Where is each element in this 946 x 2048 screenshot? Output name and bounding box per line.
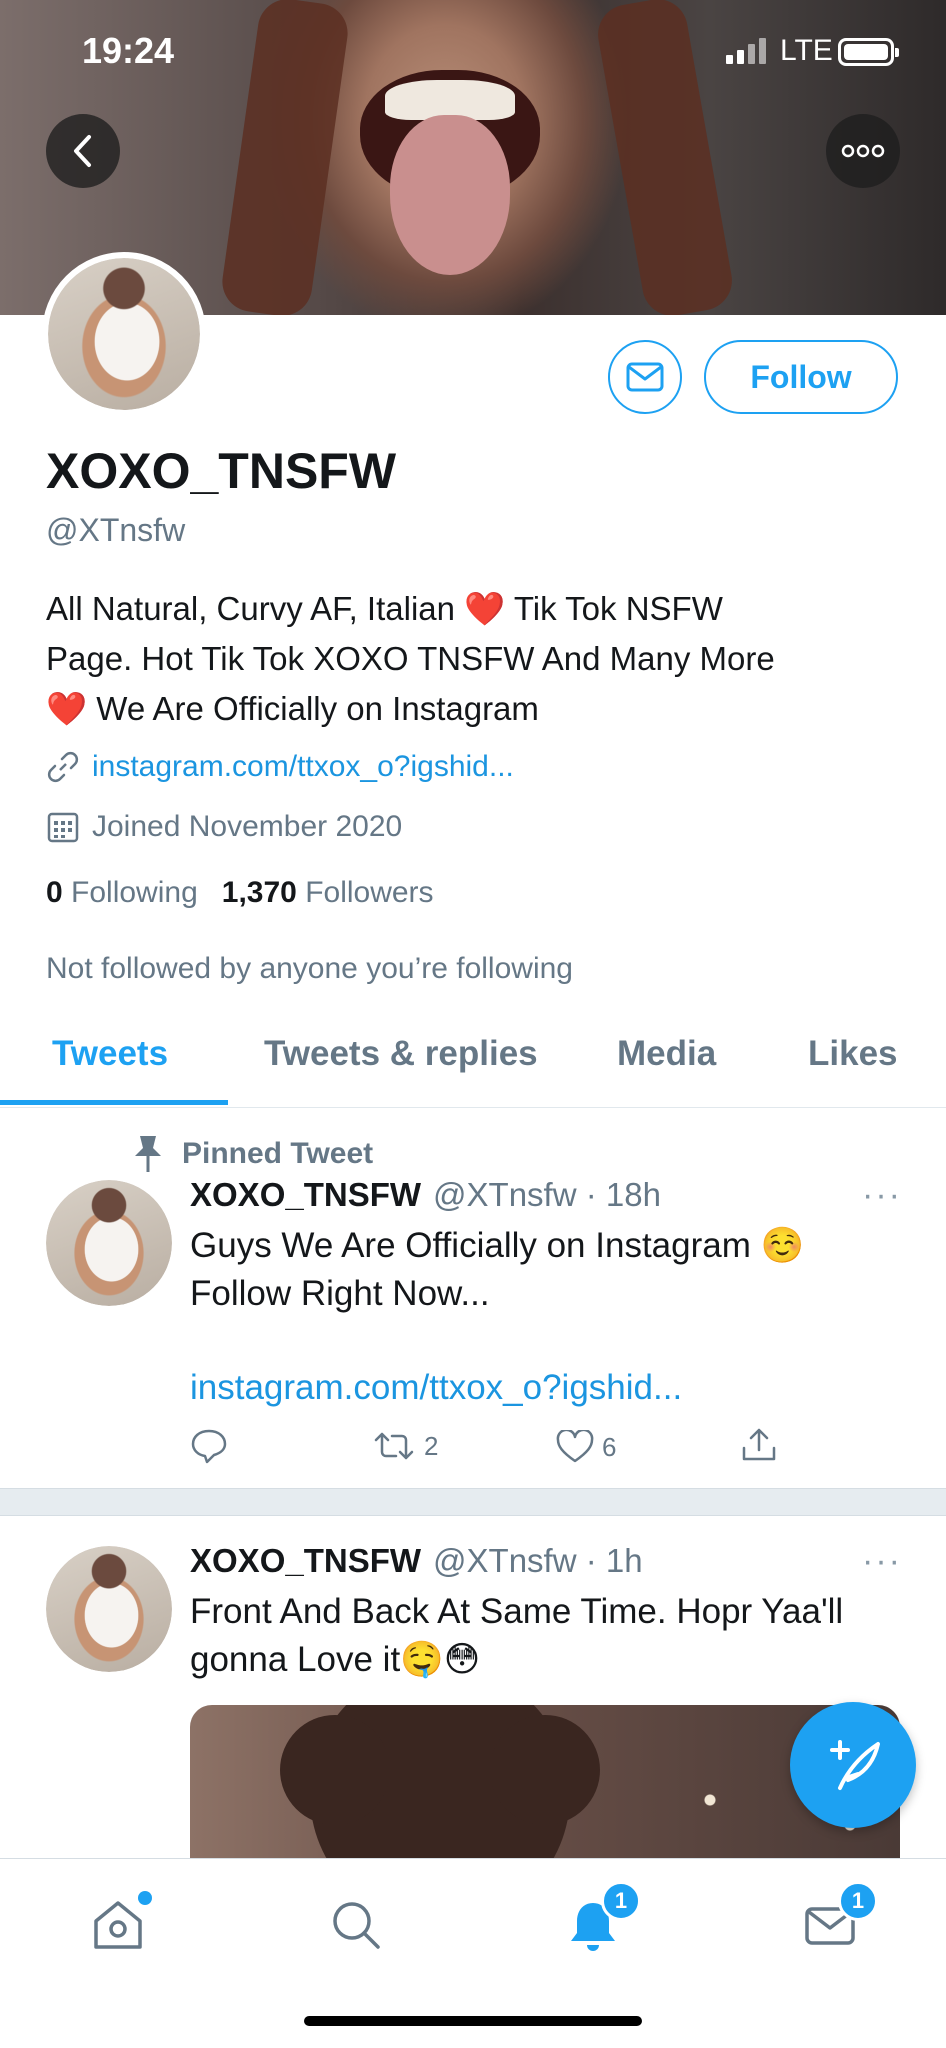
heart-icon	[556, 1430, 594, 1463]
compose-feather-icon	[830, 1740, 880, 1790]
home-new-dot	[138, 1891, 152, 1905]
pinned-label-row: Pinned Tweet	[130, 1134, 373, 1174]
tweet-text: Guys We Are Officially on Instagram ☺️ F…	[190, 1226, 805, 1313]
share-icon	[742, 1428, 776, 1461]
profile-avatar[interactable]	[42, 252, 206, 416]
tweet-text: Front And Back At Same Time. Hopr Yaa'll…	[190, 1592, 844, 1679]
compose-tweet-button[interactable]	[790, 1702, 916, 1828]
bio-text: Page. Hot Tik Tok XOXO TNSFW And Many Mo…	[46, 640, 775, 677]
search-icon	[333, 1902, 380, 1949]
profile-handle: @XTnsfw	[46, 512, 186, 548]
profile-tabs: Tweets Tweets & replies Media Likes	[0, 1020, 946, 1108]
tab-likes[interactable]: Likes	[808, 1034, 898, 1074]
back-button[interactable]	[46, 114, 120, 188]
tweet-author-name[interactable]: XOXO_TNSFW	[190, 1176, 421, 1214]
retweet-icon	[374, 1432, 414, 1460]
tab-tweets-replies[interactable]: Tweets & replies	[264, 1034, 538, 1074]
retweet-action[interactable]: 2	[372, 1430, 438, 1462]
tweet-author-avatar[interactable]	[46, 1180, 172, 1306]
tab-tweets[interactable]: Tweets	[52, 1034, 168, 1074]
message-button[interactable]	[608, 340, 682, 414]
joined-date: Joined November 2020	[92, 810, 403, 843]
signal-icon	[726, 36, 768, 64]
pinned-label: Pinned Tweet	[182, 1137, 374, 1170]
like-count: 6	[602, 1431, 617, 1462]
tweet-author-name[interactable]: XOXO_TNSFW	[190, 1542, 421, 1580]
like-action[interactable]: 6	[556, 1430, 616, 1464]
home-indicator	[304, 2016, 642, 2026]
share-action[interactable]	[740, 1426, 778, 1464]
following-stat[interactable]: 0 Following	[46, 876, 198, 910]
retweet-count: 2	[424, 1430, 439, 1461]
notifications-badge: 1	[601, 1881, 641, 1921]
chevron-left-icon	[74, 135, 91, 167]
nav-notifications[interactable]: 1	[553, 1881, 641, 1965]
more-options-button[interactable]	[826, 114, 900, 188]
status-bar: 19:24 LTE	[0, 0, 946, 100]
bio-text: We Are Officially on Instagram	[96, 690, 539, 727]
profile-link-row[interactable]: instagram.com/ttxox_o?igshid...	[46, 750, 514, 784]
more-dots-icon	[841, 144, 885, 158]
mutual-followers-note: Not followed by anyone you’re following	[46, 952, 573, 985]
tweet-caret-menu-icon[interactable]: ···	[862, 1176, 902, 1215]
tweet-meta: @XTnsfw · 1h	[433, 1542, 643, 1579]
profile-link[interactable]: instagram.com/ttxox_o?igshid...	[92, 750, 514, 784]
reply-action[interactable]	[190, 1428, 228, 1464]
bio-text: All Natural, Curvy AF, Italian	[46, 590, 455, 627]
link-icon	[47, 751, 79, 783]
messages-badge: 1	[838, 1881, 878, 1921]
tweet-header: XOXO_TNSFW @XTnsfw · 18h	[190, 1176, 661, 1214]
tweet-caret-menu-icon[interactable]: ···	[862, 1542, 902, 1581]
tweet-author-avatar[interactable]	[46, 1546, 172, 1672]
reply-icon	[191, 1429, 227, 1464]
joined-date-row: Joined November 2020	[46, 810, 402, 844]
heart-emoji-icon: ❤️	[464, 590, 506, 627]
home-icon	[94, 1901, 142, 1949]
status-time: 19:24	[82, 30, 175, 71]
carrier-label: LTE	[780, 34, 833, 67]
nav-search[interactable]	[316, 1885, 396, 1965]
nav-home[interactable]	[78, 1885, 158, 1965]
battery-icon	[838, 38, 899, 66]
bio-text: Tik Tok NSFW	[513, 590, 723, 627]
calendar-icon	[47, 812, 79, 843]
follow-stats: 0 Following 1,370 Followers	[46, 876, 434, 910]
tweet-link[interactable]: instagram.com/ttxox_o?igshid...	[190, 1364, 682, 1412]
tweet-meta: @XTnsfw · 18h	[433, 1176, 661, 1213]
tab-media[interactable]: Media	[617, 1034, 716, 1074]
profile-bio: All Natural, Curvy AF, Italian ❤️ Tik To…	[46, 584, 906, 734]
follow-button[interactable]: Follow	[704, 340, 898, 414]
nav-messages[interactable]: 1	[790, 1881, 878, 1965]
active-tab-indicator	[0, 1100, 228, 1105]
mail-icon	[626, 362, 664, 392]
followers-stat[interactable]: 1,370 Followers	[222, 876, 434, 910]
tweet-divider	[0, 1488, 946, 1516]
profile-display-name: XOXO_TNSFW	[46, 443, 397, 499]
tweet-header: XOXO_TNSFW @XTnsfw · 1h	[190, 1542, 643, 1580]
pin-icon	[135, 1136, 161, 1172]
heart-emoji-icon: ❤️	[46, 690, 88, 727]
